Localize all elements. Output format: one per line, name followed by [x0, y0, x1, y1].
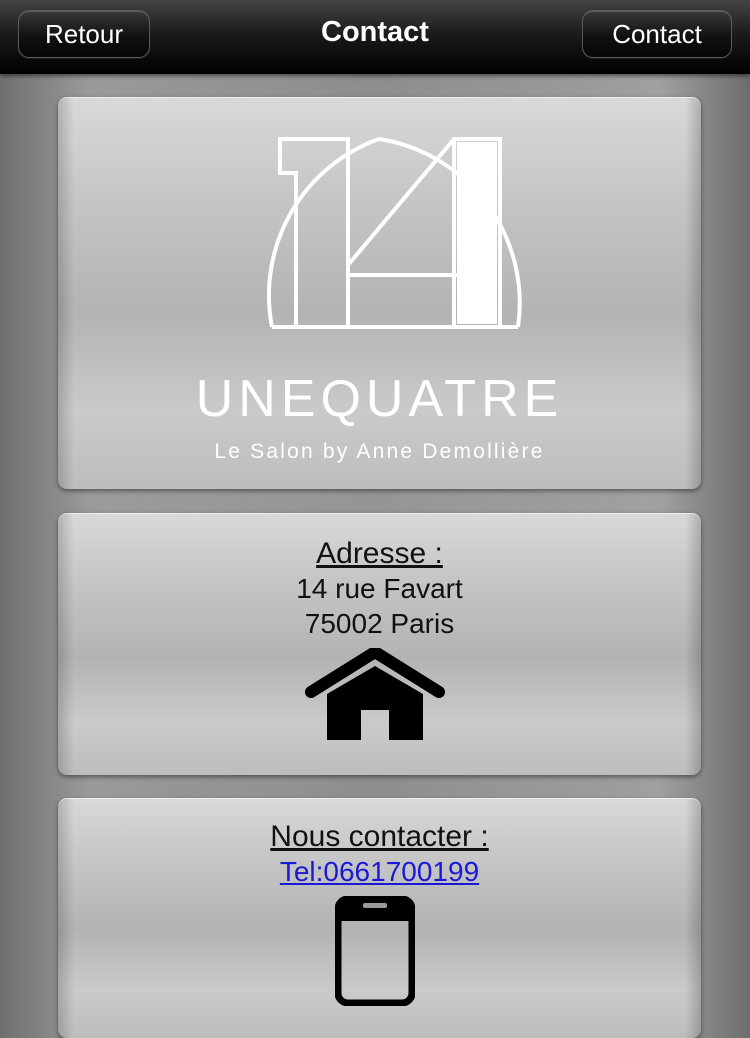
brand-card: UNEQUATRE Le Salon by Anne Demollière	[58, 97, 701, 489]
address-street: 14 rue Favart	[296, 573, 463, 604]
brand-tagline: Le Salon by Anne Demollière	[214, 440, 545, 463]
address-heading: Adresse :	[316, 537, 443, 570]
brand-name: UNEQUATRE	[195, 370, 564, 428]
contact-button[interactable]: Contact	[582, 10, 732, 58]
smartphone-icon[interactable]	[335, 896, 415, 1006]
home-icon[interactable]	[305, 648, 445, 742]
top-navigation-bar: Retour Contact Contact	[0, 0, 750, 74]
phone-link[interactable]: Tel:0661700199	[58, 856, 701, 888]
contact-card: Nous contacter : Tel:0661700199	[58, 798, 701, 1038]
contact-heading: Nous contacter :	[270, 820, 489, 853]
address-card: Adresse : 14 rue Favart 75002 Paris	[58, 513, 701, 775]
address-city: 75002 Paris	[304, 608, 455, 639]
unequatre-logo	[266, 136, 522, 329]
